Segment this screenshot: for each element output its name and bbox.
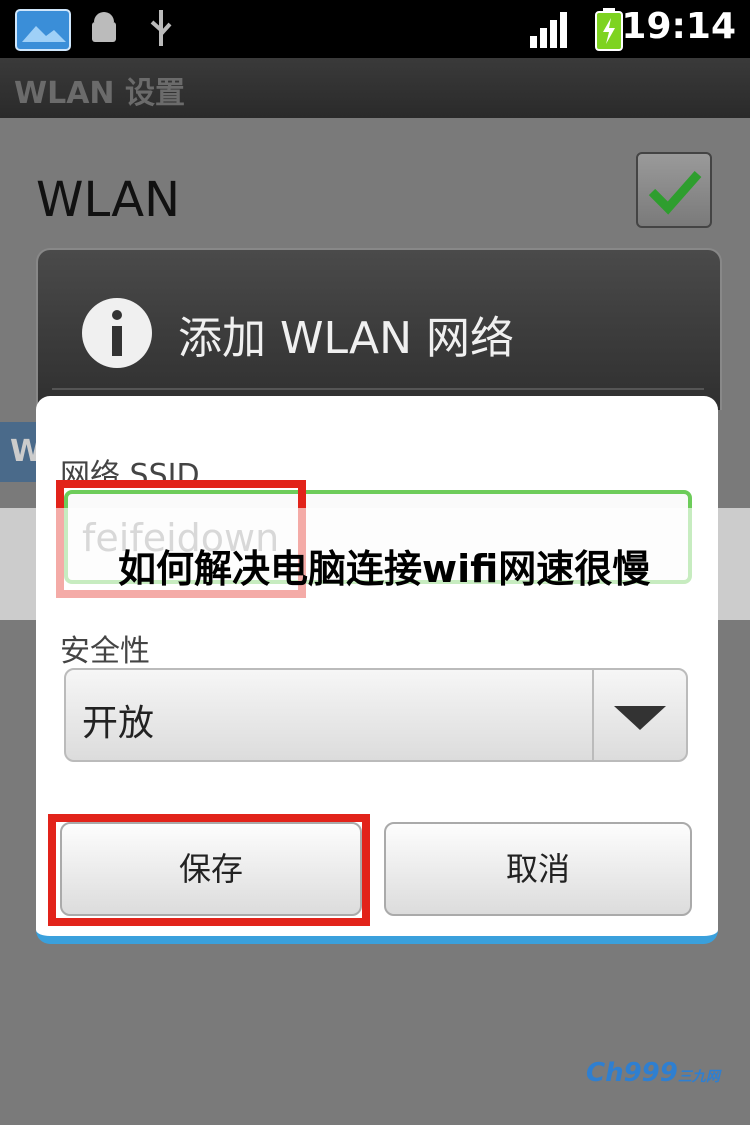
chevron-down-icon[interactable] bbox=[614, 706, 666, 730]
battery-icon bbox=[595, 8, 623, 51]
security-select[interactable] bbox=[64, 668, 688, 762]
watermark-logo: Ch999三九网 bbox=[586, 1058, 720, 1088]
dialog-divider bbox=[52, 388, 704, 390]
network-list-item-partial: W bbox=[0, 422, 43, 482]
status-bar: 19:14 bbox=[0, 0, 750, 58]
usb-icon bbox=[150, 10, 172, 46]
android-debug-icon bbox=[92, 12, 116, 42]
clock: 19:14 bbox=[621, 6, 736, 47]
page-title: WLAN 设置 bbox=[14, 76, 185, 111]
watermark-suffix: 三九网 bbox=[677, 1069, 720, 1085]
gallery-icon bbox=[15, 9, 71, 51]
dialog-title: 添加 WLAN 网络 bbox=[178, 313, 515, 364]
checkmark-icon bbox=[648, 171, 702, 215]
title-bar: WLAN 设置 bbox=[0, 58, 750, 118]
wlan-checkbox[interactable] bbox=[636, 152, 712, 228]
wlan-label: WLAN bbox=[36, 172, 181, 228]
select-divider bbox=[592, 670, 594, 760]
cancel-button[interactable]: 取消 bbox=[384, 822, 692, 916]
security-label: 安全性 bbox=[60, 634, 150, 669]
signal-icon bbox=[530, 12, 567, 48]
security-select-value[interactable]: 开放 bbox=[82, 694, 154, 746]
dialog-header: 添加 WLAN 网络 bbox=[36, 248, 722, 410]
watermark-brand: Ch999 bbox=[586, 1058, 678, 1088]
banner-text: 如何解决电脑连接wifi网速很慢 bbox=[118, 547, 651, 591]
article-title-banner: 如何解决电脑连接wifi网速很慢 bbox=[0, 508, 750, 620]
save-highlight-box bbox=[48, 814, 370, 926]
info-icon bbox=[82, 298, 152, 368]
